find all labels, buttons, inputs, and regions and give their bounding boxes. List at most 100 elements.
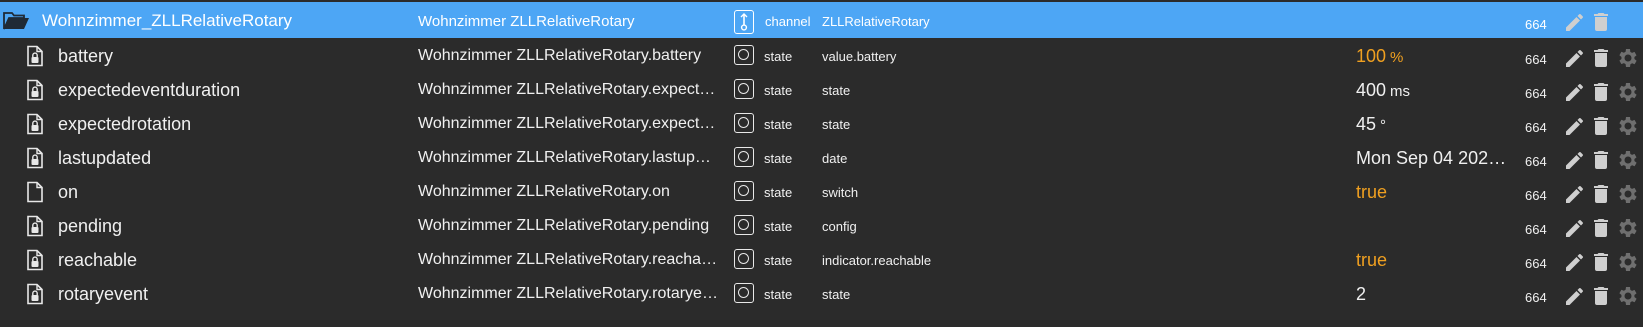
state-type-icon xyxy=(734,113,754,133)
state-name: reachable xyxy=(58,250,138,270)
file-lock-icon[interactable] xyxy=(24,113,46,135)
delete-icon[interactable] xyxy=(1589,10,1613,34)
state-value[interactable]: 400 ms xyxy=(1356,80,1516,101)
settings-gear-icon[interactable] xyxy=(1615,46,1639,70)
state-acl: 664 xyxy=(1525,222,1547,237)
file-lock-icon[interactable] xyxy=(24,215,46,237)
state-value[interactable]: 2 xyxy=(1356,284,1516,305)
state-type: state xyxy=(764,219,793,234)
object-tree: Wohnzimmer_ZLLRelativeRotary Wohnzimmer … xyxy=(0,0,1643,327)
state-acl: 664 xyxy=(1525,154,1547,169)
state-type: state xyxy=(764,117,793,132)
state-row-3[interactable]: lastupdated Wohnzimmer ZLLRelativeRotary… xyxy=(0,140,1643,174)
file-lock-icon[interactable] xyxy=(24,283,46,305)
state-value[interactable] xyxy=(1356,216,1516,237)
state-row-4[interactable]: on Wohnzimmer ZLLRelativeRotary.on state… xyxy=(0,174,1643,208)
channel-row[interactable]: Wohnzimmer_ZLLRelativeRotary Wohnzimmer … xyxy=(0,2,1643,38)
channel-type: channel xyxy=(765,14,811,29)
delete-icon[interactable] xyxy=(1589,182,1613,206)
settings-gear-icon[interactable] xyxy=(1615,114,1639,138)
file-icon[interactable] xyxy=(24,181,46,203)
state-value[interactable]: Mon Sep 04 2023... xyxy=(1356,148,1516,169)
state-name: expectedrotation xyxy=(58,114,192,134)
state-type-icon xyxy=(734,79,754,99)
state-name: expectedeventduration xyxy=(58,80,241,100)
state-type-icon xyxy=(734,283,754,303)
state-role: date xyxy=(822,151,848,166)
state-type: state xyxy=(764,151,793,166)
file-lock-icon[interactable] xyxy=(24,249,46,271)
delete-icon[interactable] xyxy=(1589,148,1613,172)
state-acl: 664 xyxy=(1525,290,1547,305)
edit-icon[interactable] xyxy=(1563,148,1587,172)
settings-gear-icon[interactable] xyxy=(1615,250,1639,274)
state-label: Wohnzimmer ZLLRelativeRotary.lastupdated xyxy=(418,149,718,166)
state-label: Wohnzimmer ZLLRelativeRotary.on xyxy=(418,183,670,200)
state-row-6[interactable]: reachable Wohnzimmer ZLLRelativeRotary.r… xyxy=(0,242,1643,276)
state-role: state xyxy=(822,117,851,132)
delete-icon[interactable] xyxy=(1589,80,1613,104)
state-label: Wohnzimmer ZLLRelativeRotary.reachable xyxy=(418,251,718,268)
state-row-1[interactable]: expectedeventduration Wohnzimmer ZLLRela… xyxy=(0,72,1643,106)
state-value[interactable]: true xyxy=(1356,250,1516,271)
channel-label: Wohnzimmer ZLLRelativeRotary xyxy=(418,13,635,30)
state-type: state xyxy=(764,49,793,64)
state-type: state xyxy=(764,253,793,268)
edit-icon[interactable] xyxy=(1563,216,1587,240)
state-acl: 664 xyxy=(1525,188,1547,203)
state-role: state xyxy=(822,83,851,98)
state-row-7[interactable]: rotaryevent Wohnzimmer ZLLRelativeRotary… xyxy=(0,276,1643,310)
file-lock-icon[interactable] xyxy=(24,79,46,101)
settings-gear-icon[interactable] xyxy=(1615,216,1639,240)
edit-icon[interactable] xyxy=(1563,80,1587,104)
state-acl: 664 xyxy=(1525,52,1547,67)
state-type-icon xyxy=(734,215,754,235)
state-role: indicator.reachable xyxy=(822,253,932,268)
state-name: pending xyxy=(58,216,123,236)
state-type-icon xyxy=(734,181,754,201)
channel-icon xyxy=(734,10,754,34)
state-type: state xyxy=(764,83,793,98)
state-acl: 664 xyxy=(1525,120,1547,135)
state-type-icon xyxy=(734,147,754,167)
file-lock-icon[interactable] xyxy=(24,147,46,169)
edit-icon[interactable] xyxy=(1563,10,1587,34)
channel-role: ZLLRelativeRotary xyxy=(822,14,930,29)
state-acl: 664 xyxy=(1525,86,1547,101)
channel-name: Wohnzimmer_ZLLRelativeRotary xyxy=(42,11,293,30)
state-role: switch xyxy=(822,185,859,200)
state-role: config xyxy=(822,219,857,234)
state-value[interactable]: 45 ° xyxy=(1356,114,1516,135)
state-role: value.battery xyxy=(822,49,897,64)
state-value[interactable]: true xyxy=(1356,182,1516,203)
delete-icon[interactable] xyxy=(1589,250,1613,274)
state-row-0[interactable]: battery Wohnzimmer ZLLRelativeRotary.bat… xyxy=(0,38,1643,72)
edit-icon[interactable] xyxy=(1563,114,1587,138)
delete-icon[interactable] xyxy=(1589,216,1613,240)
state-type-icon xyxy=(734,249,754,269)
delete-icon[interactable] xyxy=(1589,114,1613,138)
state-name: on xyxy=(58,182,79,202)
edit-icon[interactable] xyxy=(1563,182,1587,206)
state-type-icon xyxy=(734,45,754,65)
state-label: Wohnzimmer ZLLRelativeRotary.expectedev.… xyxy=(418,81,718,98)
file-lock-icon[interactable] xyxy=(24,45,46,67)
folder-open-icon[interactable] xyxy=(2,10,30,32)
delete-icon[interactable] xyxy=(1589,284,1613,308)
state-name: rotaryevent xyxy=(58,284,149,304)
state-value[interactable]: 100% xyxy=(1356,46,1516,67)
edit-icon[interactable] xyxy=(1563,46,1587,70)
settings-gear-icon[interactable] xyxy=(1615,284,1639,308)
state-row-5[interactable]: pending Wohnzimmer ZLLRelativeRotary.pen… xyxy=(0,208,1643,242)
state-row-2[interactable]: expectedrotation Wohnzimmer ZLLRelativeR… xyxy=(0,106,1643,140)
state-name: battery xyxy=(58,46,114,66)
delete-icon[interactable] xyxy=(1589,46,1613,70)
settings-gear-icon[interactable] xyxy=(1615,148,1639,172)
settings-gear-icon[interactable] xyxy=(1615,80,1639,104)
state-type: state xyxy=(764,287,793,302)
state-label: Wohnzimmer ZLLRelativeRotary.rotaryevent xyxy=(418,285,718,302)
edit-icon[interactable] xyxy=(1563,250,1587,274)
state-label: Wohnzimmer ZLLRelativeRotary.pending xyxy=(418,217,710,234)
edit-icon[interactable] xyxy=(1563,284,1587,308)
settings-gear-icon[interactable] xyxy=(1615,182,1639,206)
